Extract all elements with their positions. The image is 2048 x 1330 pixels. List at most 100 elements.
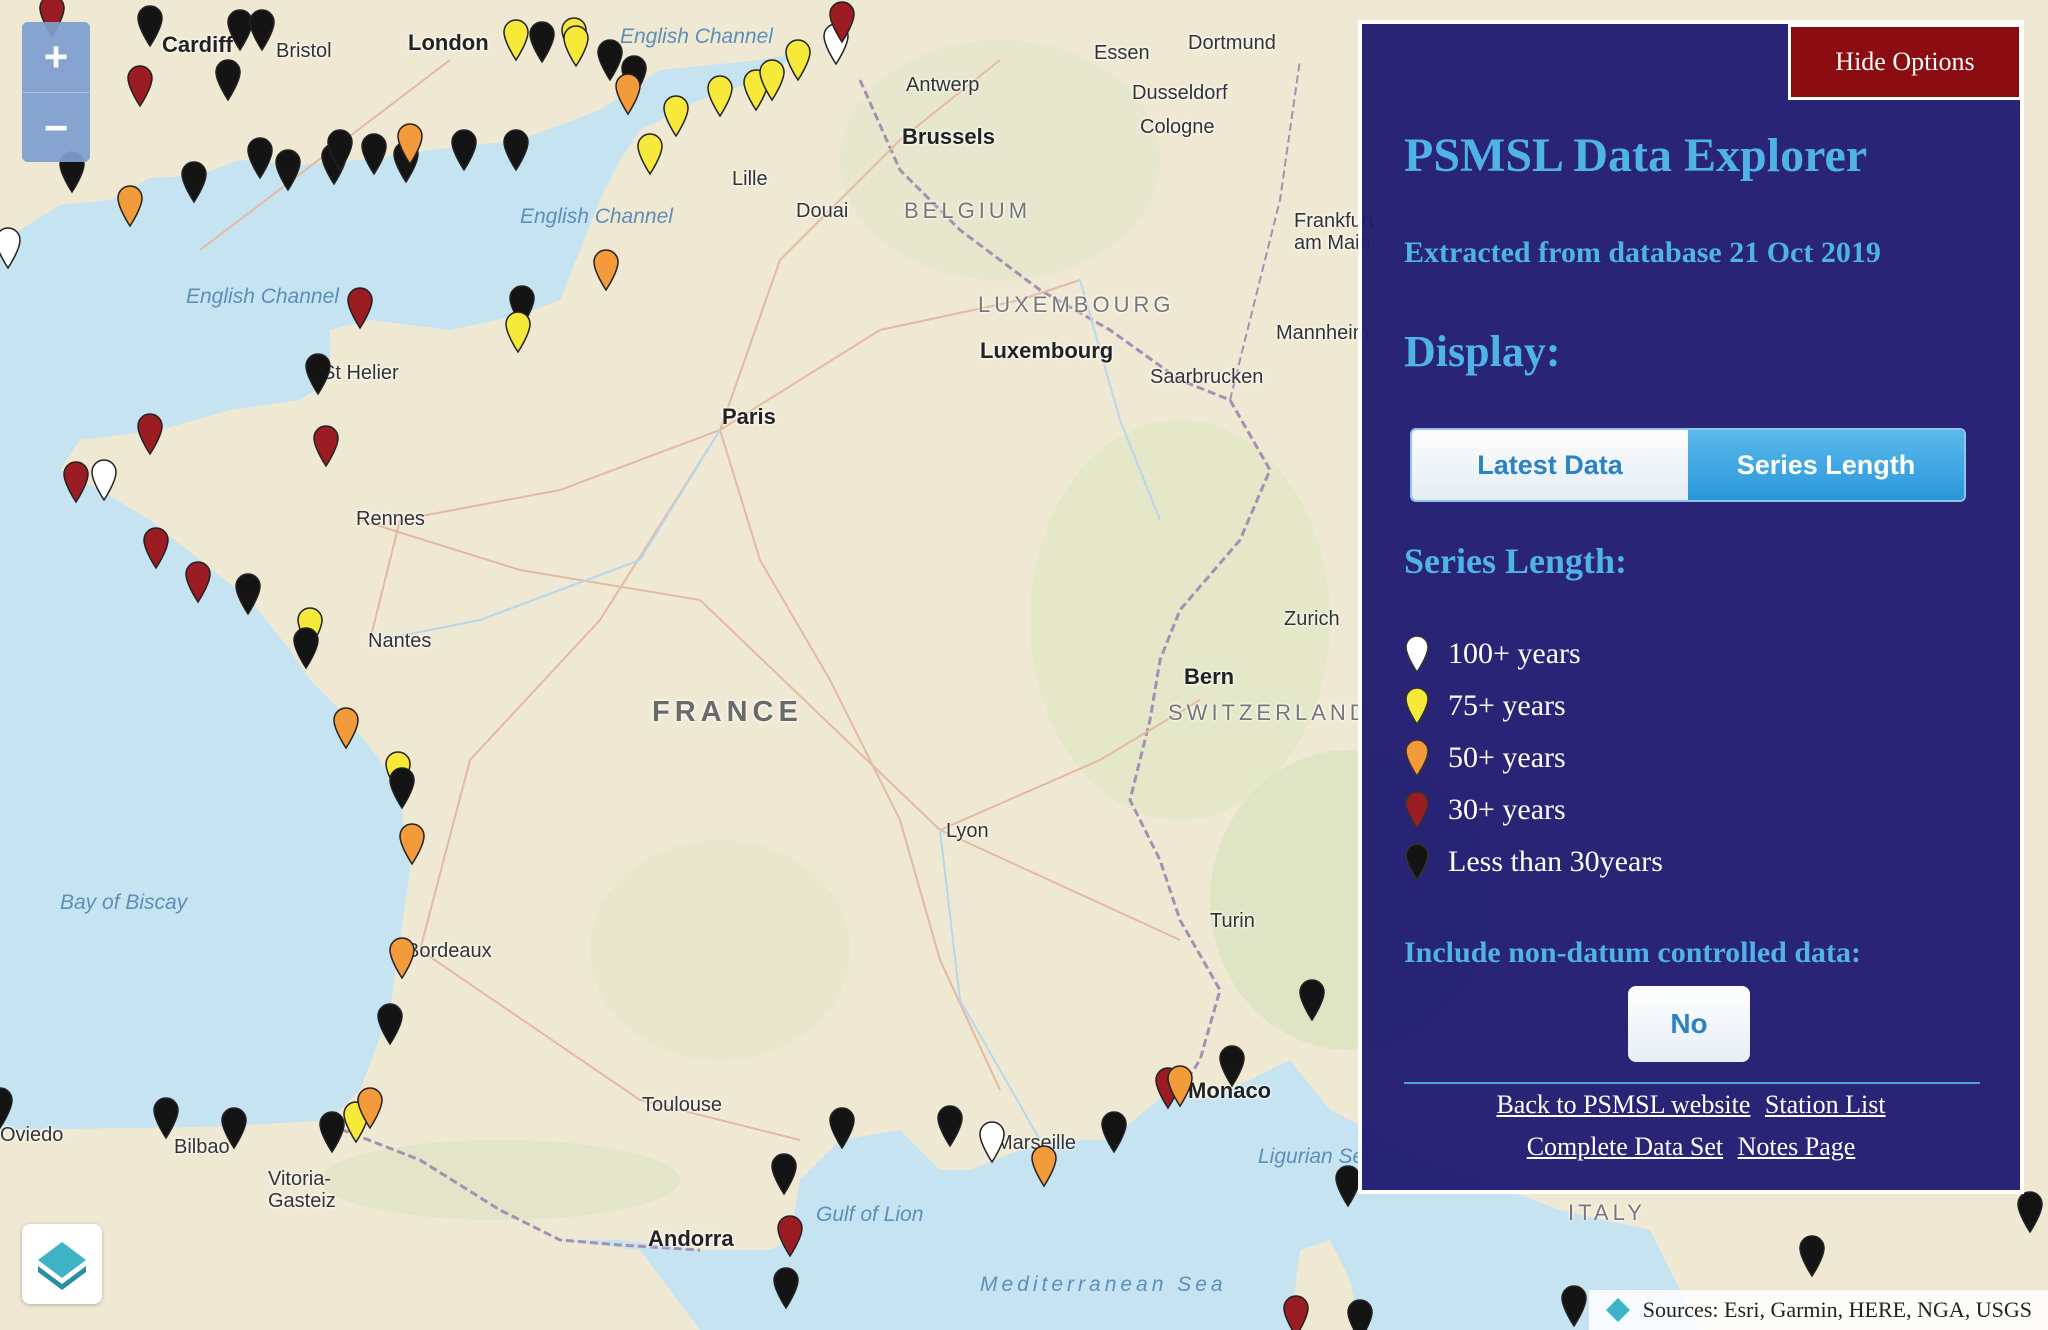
station-marker-icon[interactable]	[1559, 1284, 1589, 1328]
station-marker-icon[interactable]	[291, 626, 321, 670]
legend-item: 100+ years	[1404, 628, 1663, 680]
station-marker-icon[interactable]	[61, 460, 91, 504]
panel-divider	[1404, 1082, 1980, 1084]
station-marker-icon[interactable]	[355, 1086, 385, 1130]
back-to-psmsl-link[interactable]: Back to PSMSL website	[1496, 1090, 1750, 1119]
station-marker-icon[interactable]	[1345, 1298, 1375, 1330]
station-marker-icon[interactable]	[1333, 1164, 1363, 1208]
basemap-layers-button[interactable]	[22, 1224, 102, 1304]
esri-logo-icon	[1605, 1298, 1630, 1322]
station-marker-icon[interactable]	[935, 1104, 965, 1148]
station-marker-icon[interactable]	[449, 128, 479, 172]
marker-black-icon	[1405, 843, 1429, 882]
station-marker-icon[interactable]	[125, 64, 155, 108]
label-toulouse: Toulouse	[642, 1094, 723, 1116]
station-marker-icon[interactable]	[387, 766, 417, 810]
station-marker-icon[interactable]	[527, 20, 557, 64]
station-marker-icon[interactable]	[247, 8, 277, 52]
station-marker-icon[interactable]	[2015, 1190, 2045, 1234]
non-datum-toggle-button[interactable]: No	[1628, 986, 1750, 1062]
legend-heading: Series Length:	[1404, 541, 1627, 581]
station-marker-icon[interactable]	[273, 148, 303, 192]
station-marker-icon[interactable]	[561, 24, 591, 68]
legend-item: 30+ years	[1404, 784, 1663, 836]
legend-label: 100+ years	[1448, 637, 1581, 670]
station-marker-icon[interactable]	[827, 0, 857, 44]
station-marker-icon[interactable]	[115, 184, 145, 228]
station-marker-icon[interactable]	[1797, 1234, 1827, 1278]
station-marker-icon[interactable]	[179, 160, 209, 204]
station-marker-icon[interactable]	[395, 122, 425, 166]
label-turin: Turin	[1210, 910, 1255, 932]
station-marker-icon[interactable]	[613, 72, 643, 116]
hide-options-button[interactable]: Hide Options	[1788, 24, 2022, 100]
legend-label: Less than 30years	[1448, 845, 1663, 878]
station-marker-icon[interactable]	[397, 822, 427, 866]
station-marker-icon[interactable]	[303, 352, 333, 396]
station-marker-icon[interactable]	[775, 1214, 805, 1258]
station-marker-icon[interactable]	[783, 38, 813, 82]
label-english-channel-3: English Channel	[186, 285, 339, 308]
links-row-2: Complete Data Set Notes Page	[1362, 1132, 2020, 1162]
station-list-link[interactable]: Station List	[1765, 1090, 1886, 1119]
station-marker-icon[interactable]	[977, 1120, 1007, 1164]
station-marker-icon[interactable]	[245, 136, 275, 180]
station-marker-icon[interactable]	[1029, 1144, 1059, 1188]
map-attribution: Sources: Esri, Garmin, HERE, NGA, USGS	[1588, 1290, 2048, 1330]
station-marker-icon[interactable]	[827, 1106, 857, 1150]
label-luxembourg-country: LUXEMBOURG	[978, 292, 1175, 317]
station-marker-icon[interactable]	[705, 74, 735, 118]
station-marker-icon[interactable]	[501, 128, 531, 172]
label-lyon: Lyon	[946, 820, 989, 842]
complete-data-set-link[interactable]: Complete Data Set	[1527, 1132, 1723, 1161]
label-bordeaux: Bordeaux	[406, 940, 492, 962]
station-marker-icon[interactable]	[661, 94, 691, 138]
station-marker-icon[interactable]	[1217, 1044, 1247, 1088]
station-marker-icon[interactable]	[1099, 1110, 1129, 1154]
station-marker-icon[interactable]	[0, 1086, 15, 1130]
station-marker-icon[interactable]	[375, 1002, 405, 1046]
station-marker-icon[interactable]	[183, 560, 213, 604]
display-toggle: Latest Data Series Length	[1410, 428, 1966, 502]
latest-data-button[interactable]: Latest Data	[1412, 430, 1688, 500]
label-lille: Lille	[732, 168, 768, 190]
zoom-in-button[interactable]: +	[22, 22, 90, 92]
station-marker-icon[interactable]	[219, 1106, 249, 1150]
station-marker-icon[interactable]	[359, 132, 389, 176]
station-marker-icon[interactable]	[213, 58, 243, 102]
station-marker-icon[interactable]	[151, 1096, 181, 1140]
label-vitoria-gasteiz: Vitoria-Gasteiz	[268, 1168, 336, 1212]
station-marker-icon[interactable]	[387, 936, 417, 980]
label-france: FRANCE	[652, 696, 803, 728]
station-marker-icon[interactable]	[591, 248, 621, 292]
marker-darkred-icon	[1405, 791, 1429, 830]
station-marker-icon[interactable]	[769, 1152, 799, 1196]
station-marker-icon[interactable]	[311, 424, 341, 468]
series-length-button[interactable]: Series Length	[1688, 430, 1964, 500]
station-marker-icon[interactable]	[325, 128, 355, 172]
label-rennes: Rennes	[356, 508, 425, 530]
station-marker-icon[interactable]	[233, 572, 263, 616]
series-length-legend: 100+ years 75+ years 50+ years 30+ years…	[1404, 628, 1663, 888]
label-gulf-of-lion: Gulf of Lion	[816, 1203, 924, 1226]
station-marker-icon[interactable]	[1297, 978, 1327, 1022]
station-marker-icon[interactable]	[1165, 1064, 1195, 1108]
zoom-out-button[interactable]: −	[22, 92, 90, 162]
notes-page-link[interactable]: Notes Page	[1738, 1132, 1856, 1161]
station-marker-icon[interactable]	[89, 458, 119, 502]
station-marker-icon[interactable]	[635, 132, 665, 176]
station-marker-icon[interactable]	[771, 1266, 801, 1310]
station-marker-icon[interactable]	[331, 706, 361, 750]
legend-label: 75+ years	[1448, 689, 1566, 722]
station-marker-icon[interactable]	[0, 226, 23, 270]
station-marker-icon[interactable]	[135, 4, 165, 48]
station-marker-icon[interactable]	[1281, 1294, 1311, 1330]
label-luxembourg: Luxembourg	[980, 338, 1114, 363]
station-marker-icon[interactable]	[345, 286, 375, 330]
marker-orange-icon	[1405, 739, 1429, 778]
station-marker-icon[interactable]	[503, 310, 533, 354]
station-marker-icon[interactable]	[141, 526, 171, 570]
display-heading: Display:	[1404, 327, 1561, 376]
layers-icon	[38, 1242, 86, 1290]
station-marker-icon[interactable]	[135, 412, 165, 456]
